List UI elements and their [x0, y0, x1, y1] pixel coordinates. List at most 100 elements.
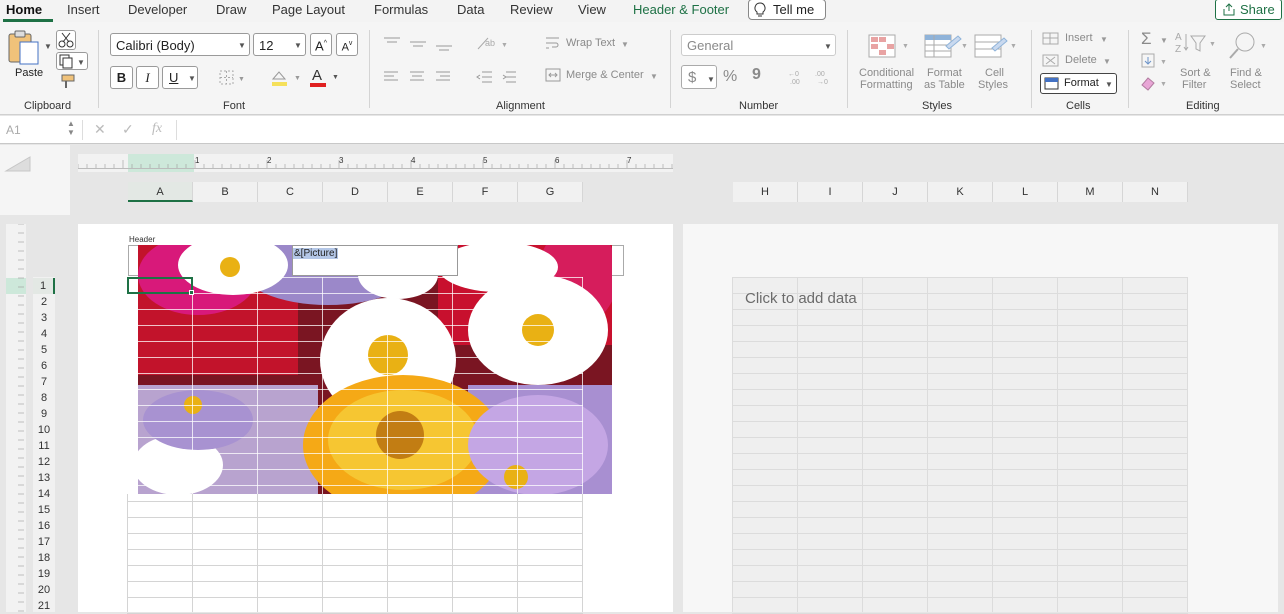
wrap-text-icon: [546, 37, 559, 49]
row-header[interactable]: 9: [33, 406, 55, 422]
grid-row-line: [127, 421, 583, 422]
tab-view[interactable]: View: [578, 2, 606, 17]
name-box[interactable]: A1 ▲ ▼: [0, 119, 80, 141]
row-header[interactable]: 4: [33, 326, 55, 342]
autosum-button[interactable]: Σ: [1141, 29, 1152, 49]
row-header[interactable]: 15: [33, 502, 55, 518]
tab-data[interactable]: Data: [457, 2, 484, 17]
row-header[interactable]: 18: [33, 550, 55, 566]
share-button[interactable]: Share: [1215, 0, 1282, 20]
column-header[interactable]: L: [993, 182, 1058, 202]
tab-page-layout[interactable]: Page Layout: [272, 2, 345, 17]
tab-header-footer[interactable]: Header & Footer: [633, 2, 729, 17]
sort-filter-button[interactable]: A Z ▼ Sort & Filter: [1175, 30, 1223, 94]
bold-button[interactable]: B: [110, 66, 133, 89]
column-header[interactable]: F: [453, 182, 518, 202]
tab-home[interactable]: Home: [6, 2, 42, 17]
borders-icon[interactable]: ▼: [218, 69, 246, 87]
conditional-formatting-button[interactable]: ▼ Conditional Formatting: [858, 34, 918, 94]
row-header[interactable]: 8: [33, 390, 55, 406]
click-to-add-data[interactable]: Click to add data: [745, 290, 857, 307]
row-header[interactable]: 20: [33, 582, 55, 598]
vertical-align-icons[interactable]: [382, 35, 452, 51]
paste-dropdown-icon[interactable]: ▼: [44, 42, 52, 51]
tab-formulas[interactable]: Formulas: [374, 2, 428, 17]
row-header[interactable]: 3: [33, 310, 55, 326]
column-header[interactable]: I: [798, 182, 863, 202]
row-header[interactable]: 19: [33, 566, 55, 582]
tab-developer[interactable]: Developer: [128, 2, 187, 17]
sort-filter-icon: AZ ▼: [1175, 32, 1216, 55]
find-select-button[interactable]: ▼ Find & Select: [1228, 30, 1278, 94]
format-cells-button[interactable]: Format ▼: [1040, 73, 1117, 94]
column-header[interactable]: N: [1123, 182, 1188, 202]
tab-insert[interactable]: Insert: [67, 2, 100, 17]
fill-handle[interactable]: [189, 290, 194, 295]
underline-dropdown-icon[interactable]: ▼: [188, 74, 196, 83]
grid-row-line: [127, 325, 583, 326]
column-header[interactable]: A: [128, 182, 193, 202]
tab-review[interactable]: Review: [510, 2, 553, 17]
decrease-font-size-button[interactable]: Av: [336, 33, 358, 56]
column-header[interactable]: J: [863, 182, 928, 202]
increase-decimal-icon[interactable]: ←0.00: [788, 68, 806, 86]
horizontal-align-icons[interactable]: [382, 70, 452, 84]
cancel-icon[interactable]: ✕: [94, 121, 106, 138]
selected-cell-a1[interactable]: [127, 277, 193, 294]
row-header[interactable]: 12: [33, 454, 55, 470]
formula-input[interactable]: [180, 120, 1280, 140]
row-header[interactable]: 2: [33, 294, 55, 310]
row-header[interactable]: 11: [33, 438, 55, 454]
header-center-section[interactable]: &[Picture]: [292, 245, 458, 276]
column-header[interactable]: D: [323, 182, 388, 202]
column-header[interactable]: C: [258, 182, 323, 202]
copy-button[interactable]: ▼: [56, 52, 88, 70]
insert-cells-button[interactable]: Insert ▼: [1042, 32, 1117, 48]
row-header[interactable]: 17: [33, 534, 55, 550]
orientation-icon[interactable]: ab ▼: [475, 35, 509, 51]
format-painter-icon[interactable]: [58, 74, 76, 90]
font-name-select[interactable]: Calibri (Body) ▼: [110, 33, 250, 56]
row-header[interactable]: 1: [33, 278, 55, 294]
underline-label: U: [169, 70, 179, 85]
indent-icons[interactable]: [476, 69, 522, 85]
format-as-table-button[interactable]: ▼ Format as Table: [922, 34, 972, 94]
clear-eraser-icon[interactable]: ▼: [1140, 75, 1170, 91]
fill-icon[interactable]: ▼: [1140, 53, 1170, 69]
select-all-corner[interactable]: [0, 145, 70, 215]
column-header[interactable]: K: [928, 182, 993, 202]
paste-button[interactable]: [6, 30, 42, 66]
row-header[interactable]: 6: [33, 358, 55, 374]
cut-button[interactable]: [56, 30, 76, 50]
row-header[interactable]: 10: [33, 422, 55, 438]
font-size-select[interactable]: 12 ▼: [253, 33, 306, 56]
increase-font-size-button[interactable]: A^: [310, 33, 332, 56]
decrease-decimal-icon[interactable]: .00→0: [815, 68, 835, 86]
row-header[interactable]: 14: [33, 486, 55, 502]
percent-button[interactable]: %: [723, 68, 737, 86]
column-header[interactable]: M: [1058, 182, 1123, 202]
font-color-icon[interactable]: A ▼: [306, 65, 342, 89]
row-header[interactable]: 7: [33, 374, 55, 390]
column-header[interactable]: B: [193, 182, 258, 202]
fill-color-icon[interactable]: ▼: [268, 67, 304, 89]
currency-button[interactable]: $ ▼: [681, 65, 717, 89]
enter-icon[interactable]: ✓: [122, 121, 134, 138]
row-header[interactable]: 5: [33, 342, 55, 358]
column-header[interactable]: G: [518, 182, 583, 202]
column-header[interactable]: E: [388, 182, 453, 202]
row-header[interactable]: 16: [33, 518, 55, 534]
chevron-down-icon: ▼: [1103, 57, 1111, 66]
cell-styles-button[interactable]: ▼ Cell Styles: [974, 34, 1022, 94]
number-format-select[interactable]: General ▼: [681, 34, 836, 56]
row-header[interactable]: 13: [33, 470, 55, 486]
grid-row-line: [732, 565, 1188, 566]
comma-style-button[interactable]: 9: [752, 66, 761, 84]
column-header[interactable]: H: [733, 182, 798, 202]
tell-me-button[interactable]: Tell me: [748, 0, 826, 20]
svg-text:▼: ▼: [1160, 59, 1167, 66]
delete-cells-button[interactable]: Delete ▼: [1042, 54, 1117, 70]
function-fx-icon[interactable]: fx: [152, 121, 162, 137]
tab-draw[interactable]: Draw: [216, 2, 246, 17]
italic-button[interactable]: I: [136, 66, 159, 89]
